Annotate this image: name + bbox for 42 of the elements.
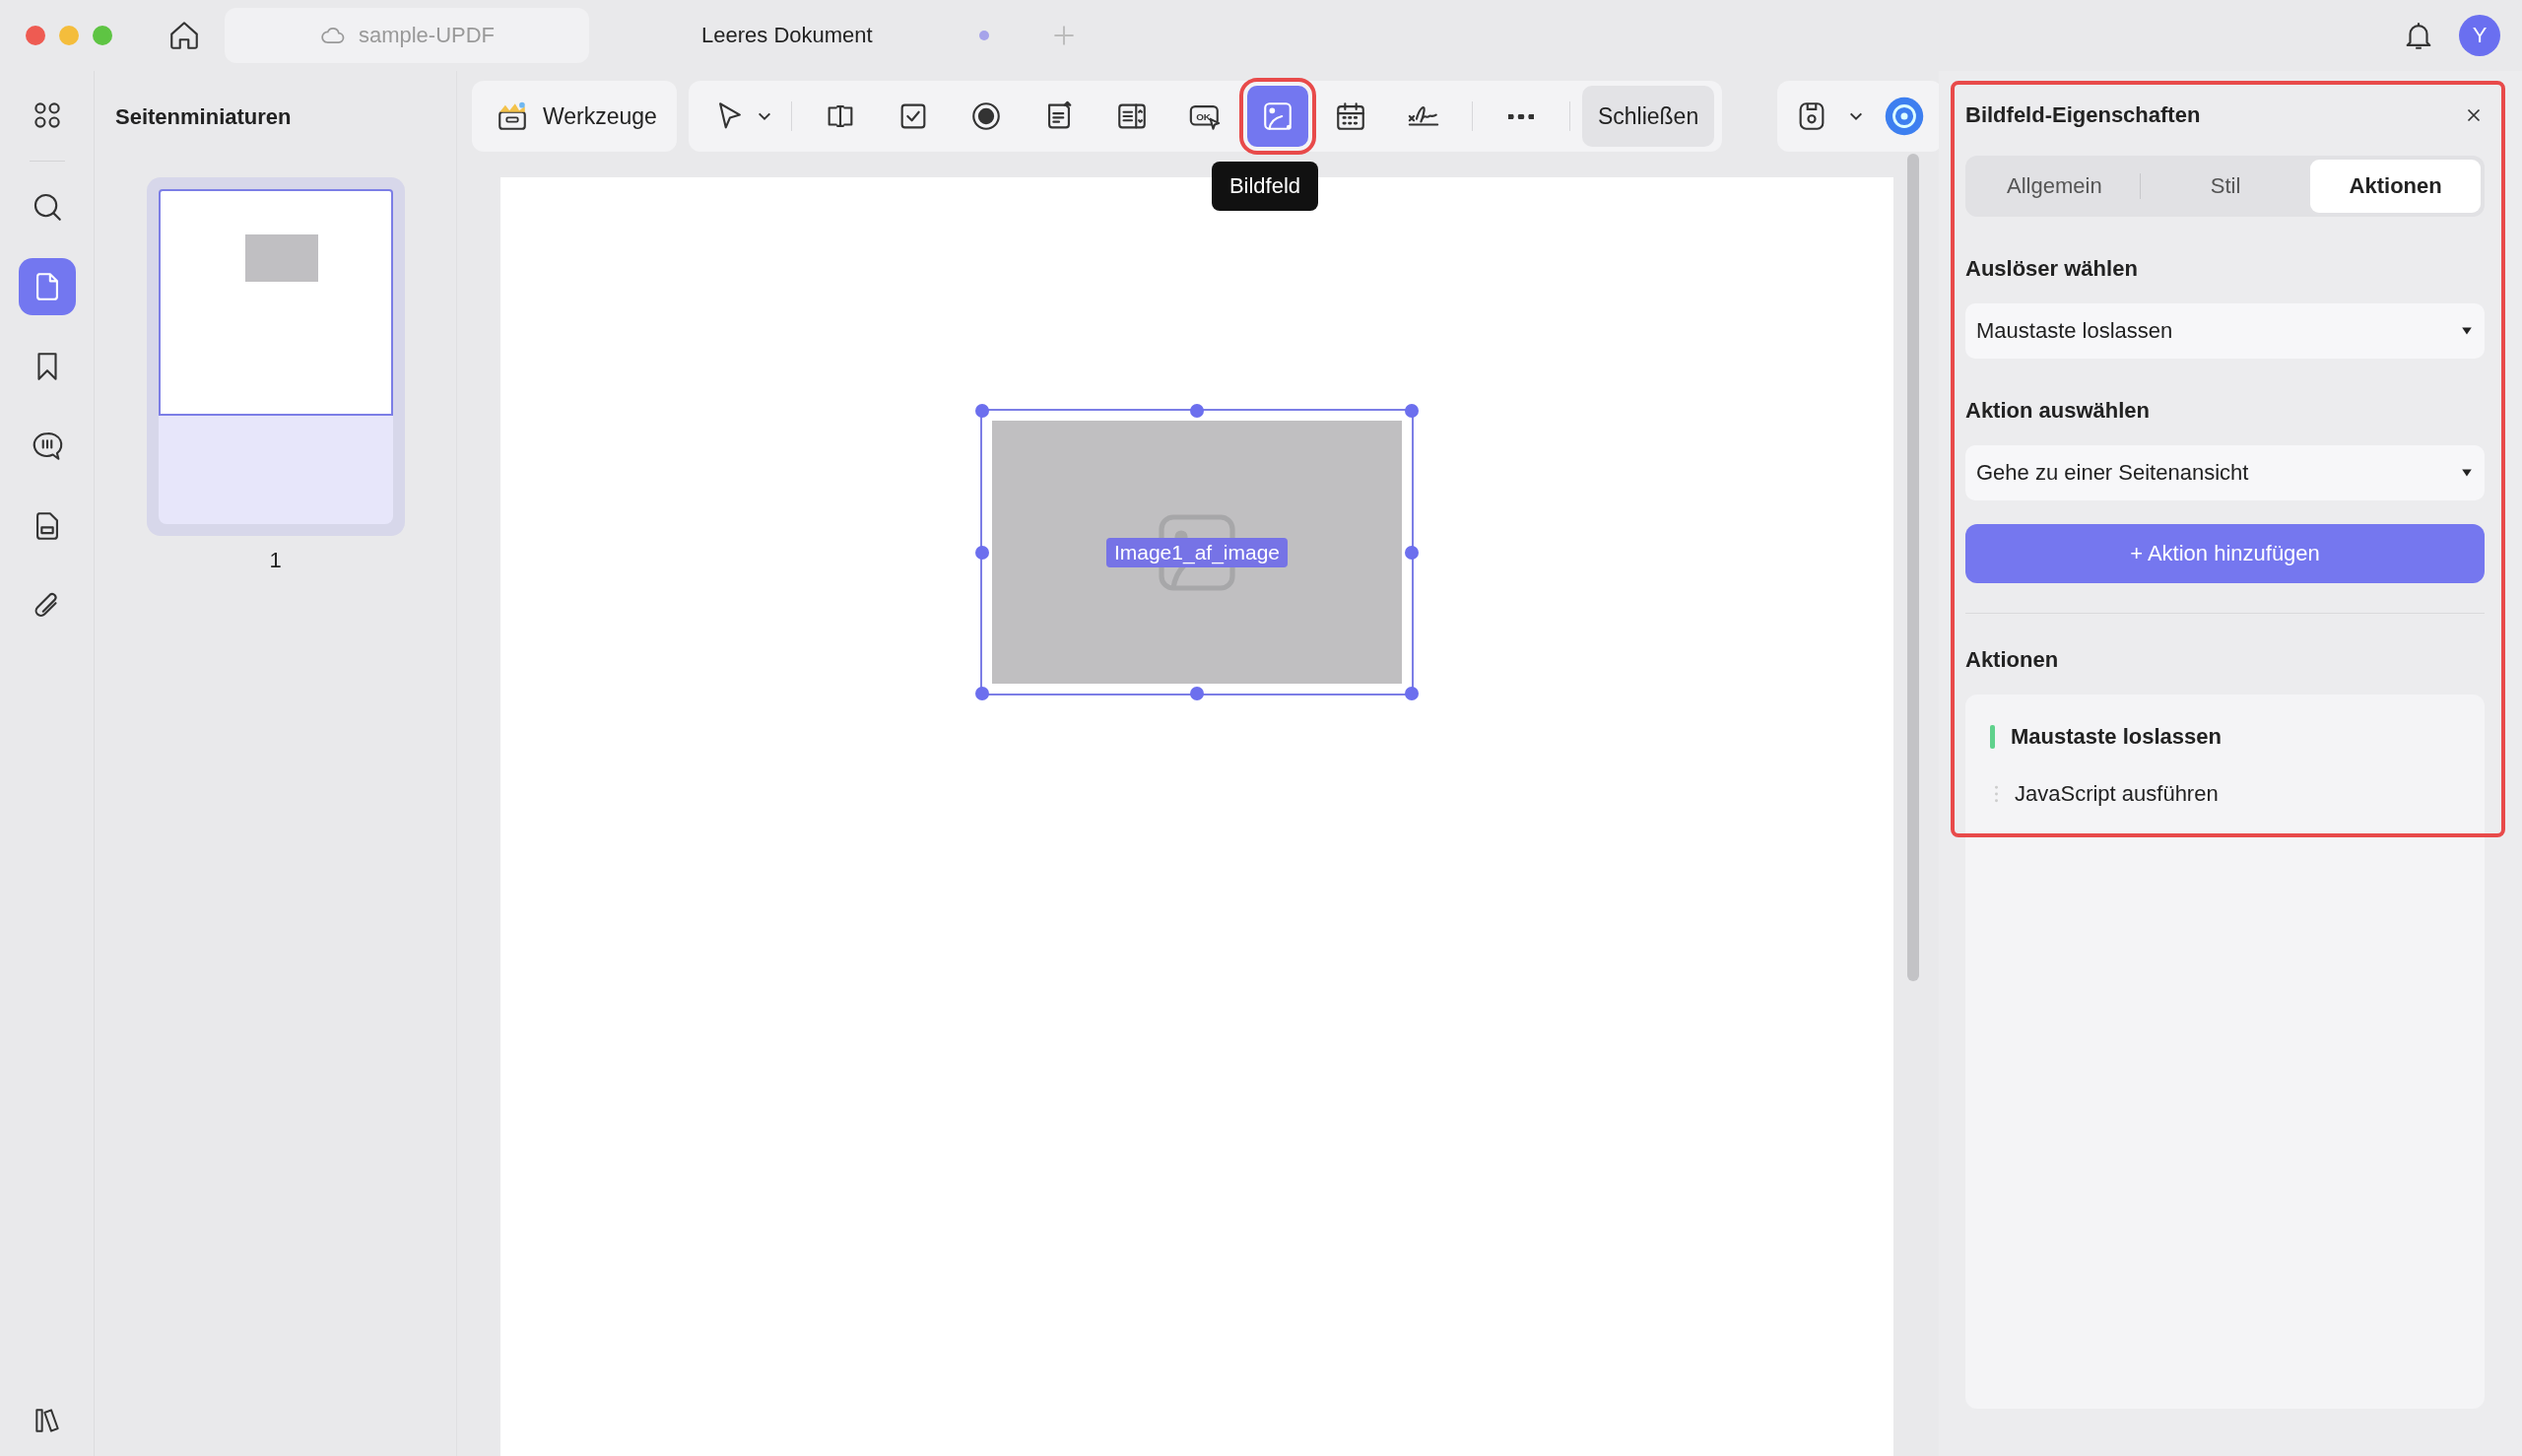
close-button[interactable]: Schließen xyxy=(1581,86,1715,147)
home-icon[interactable] xyxy=(167,19,201,52)
trigger-marker xyxy=(1990,725,1995,749)
more-icon xyxy=(1507,113,1534,119)
user-avatar[interactable]: Y xyxy=(2459,15,2500,56)
tab[interactable]: Aktionen xyxy=(2310,160,2481,213)
resize-handle[interactable] xyxy=(975,545,989,560)
action-item[interactable]: JavaScript ausführen xyxy=(2015,781,2219,807)
assistant-icon[interactable] xyxy=(1884,96,1926,137)
trigger-item[interactable]: Maustaste loslassen xyxy=(2011,724,2222,750)
resize-handle[interactable] xyxy=(1405,545,1419,560)
tooltip: Bildfeld xyxy=(1211,162,1319,211)
section-label: Aktionen xyxy=(1965,647,2060,673)
panel-title: Seitenminiaturen xyxy=(114,103,292,130)
page-number: 1 xyxy=(269,548,282,573)
field-name-label: Image1_af_image xyxy=(1105,537,1289,567)
section-label: Auslöser wählen xyxy=(1965,256,2139,282)
page-thumbnail[interactable] xyxy=(146,177,405,536)
resize-handle[interactable] xyxy=(1190,687,1204,700)
close-window-button[interactable] xyxy=(26,26,45,45)
trigger-dropdown[interactable]: Maustaste loslassen xyxy=(1965,303,2485,359)
scrollbar[interactable] xyxy=(1907,154,1919,981)
action-dropdown[interactable]: Gehe zu einer Seitenansicht xyxy=(1965,445,2485,500)
tab[interactable]: Allgemein xyxy=(1969,160,2140,213)
dropdown-arrow-icon xyxy=(2461,467,2473,479)
tools-button[interactable]: Werkzeuge xyxy=(472,81,677,152)
resize-handle[interactable] xyxy=(975,404,989,418)
drag-handle-icon[interactable] xyxy=(1994,785,1999,803)
resize-handle[interactable] xyxy=(1405,687,1419,700)
panel-title: Bildfeld-Eigenschaften xyxy=(1965,102,2201,128)
resize-handle[interactable] xyxy=(1190,404,1204,418)
okbutton-tool-button[interactable]: OK xyxy=(1173,86,1235,147)
unsaved-dot xyxy=(978,31,989,40)
resize-handle[interactable] xyxy=(1405,404,1419,418)
pages-button[interactable] xyxy=(18,258,76,315)
resize-handle[interactable] xyxy=(975,687,989,700)
tab[interactable]: Stil xyxy=(2140,160,2311,213)
dropdown-arrow-icon xyxy=(2461,325,2473,337)
document-tab[interactable]: Leeres Dokument xyxy=(613,8,1029,63)
section-label: Aktion auswählen xyxy=(1965,398,2152,424)
add-action-button[interactable]: + Aktion hinzufügen xyxy=(1965,524,2485,583)
toolbox-icon xyxy=(496,99,529,133)
